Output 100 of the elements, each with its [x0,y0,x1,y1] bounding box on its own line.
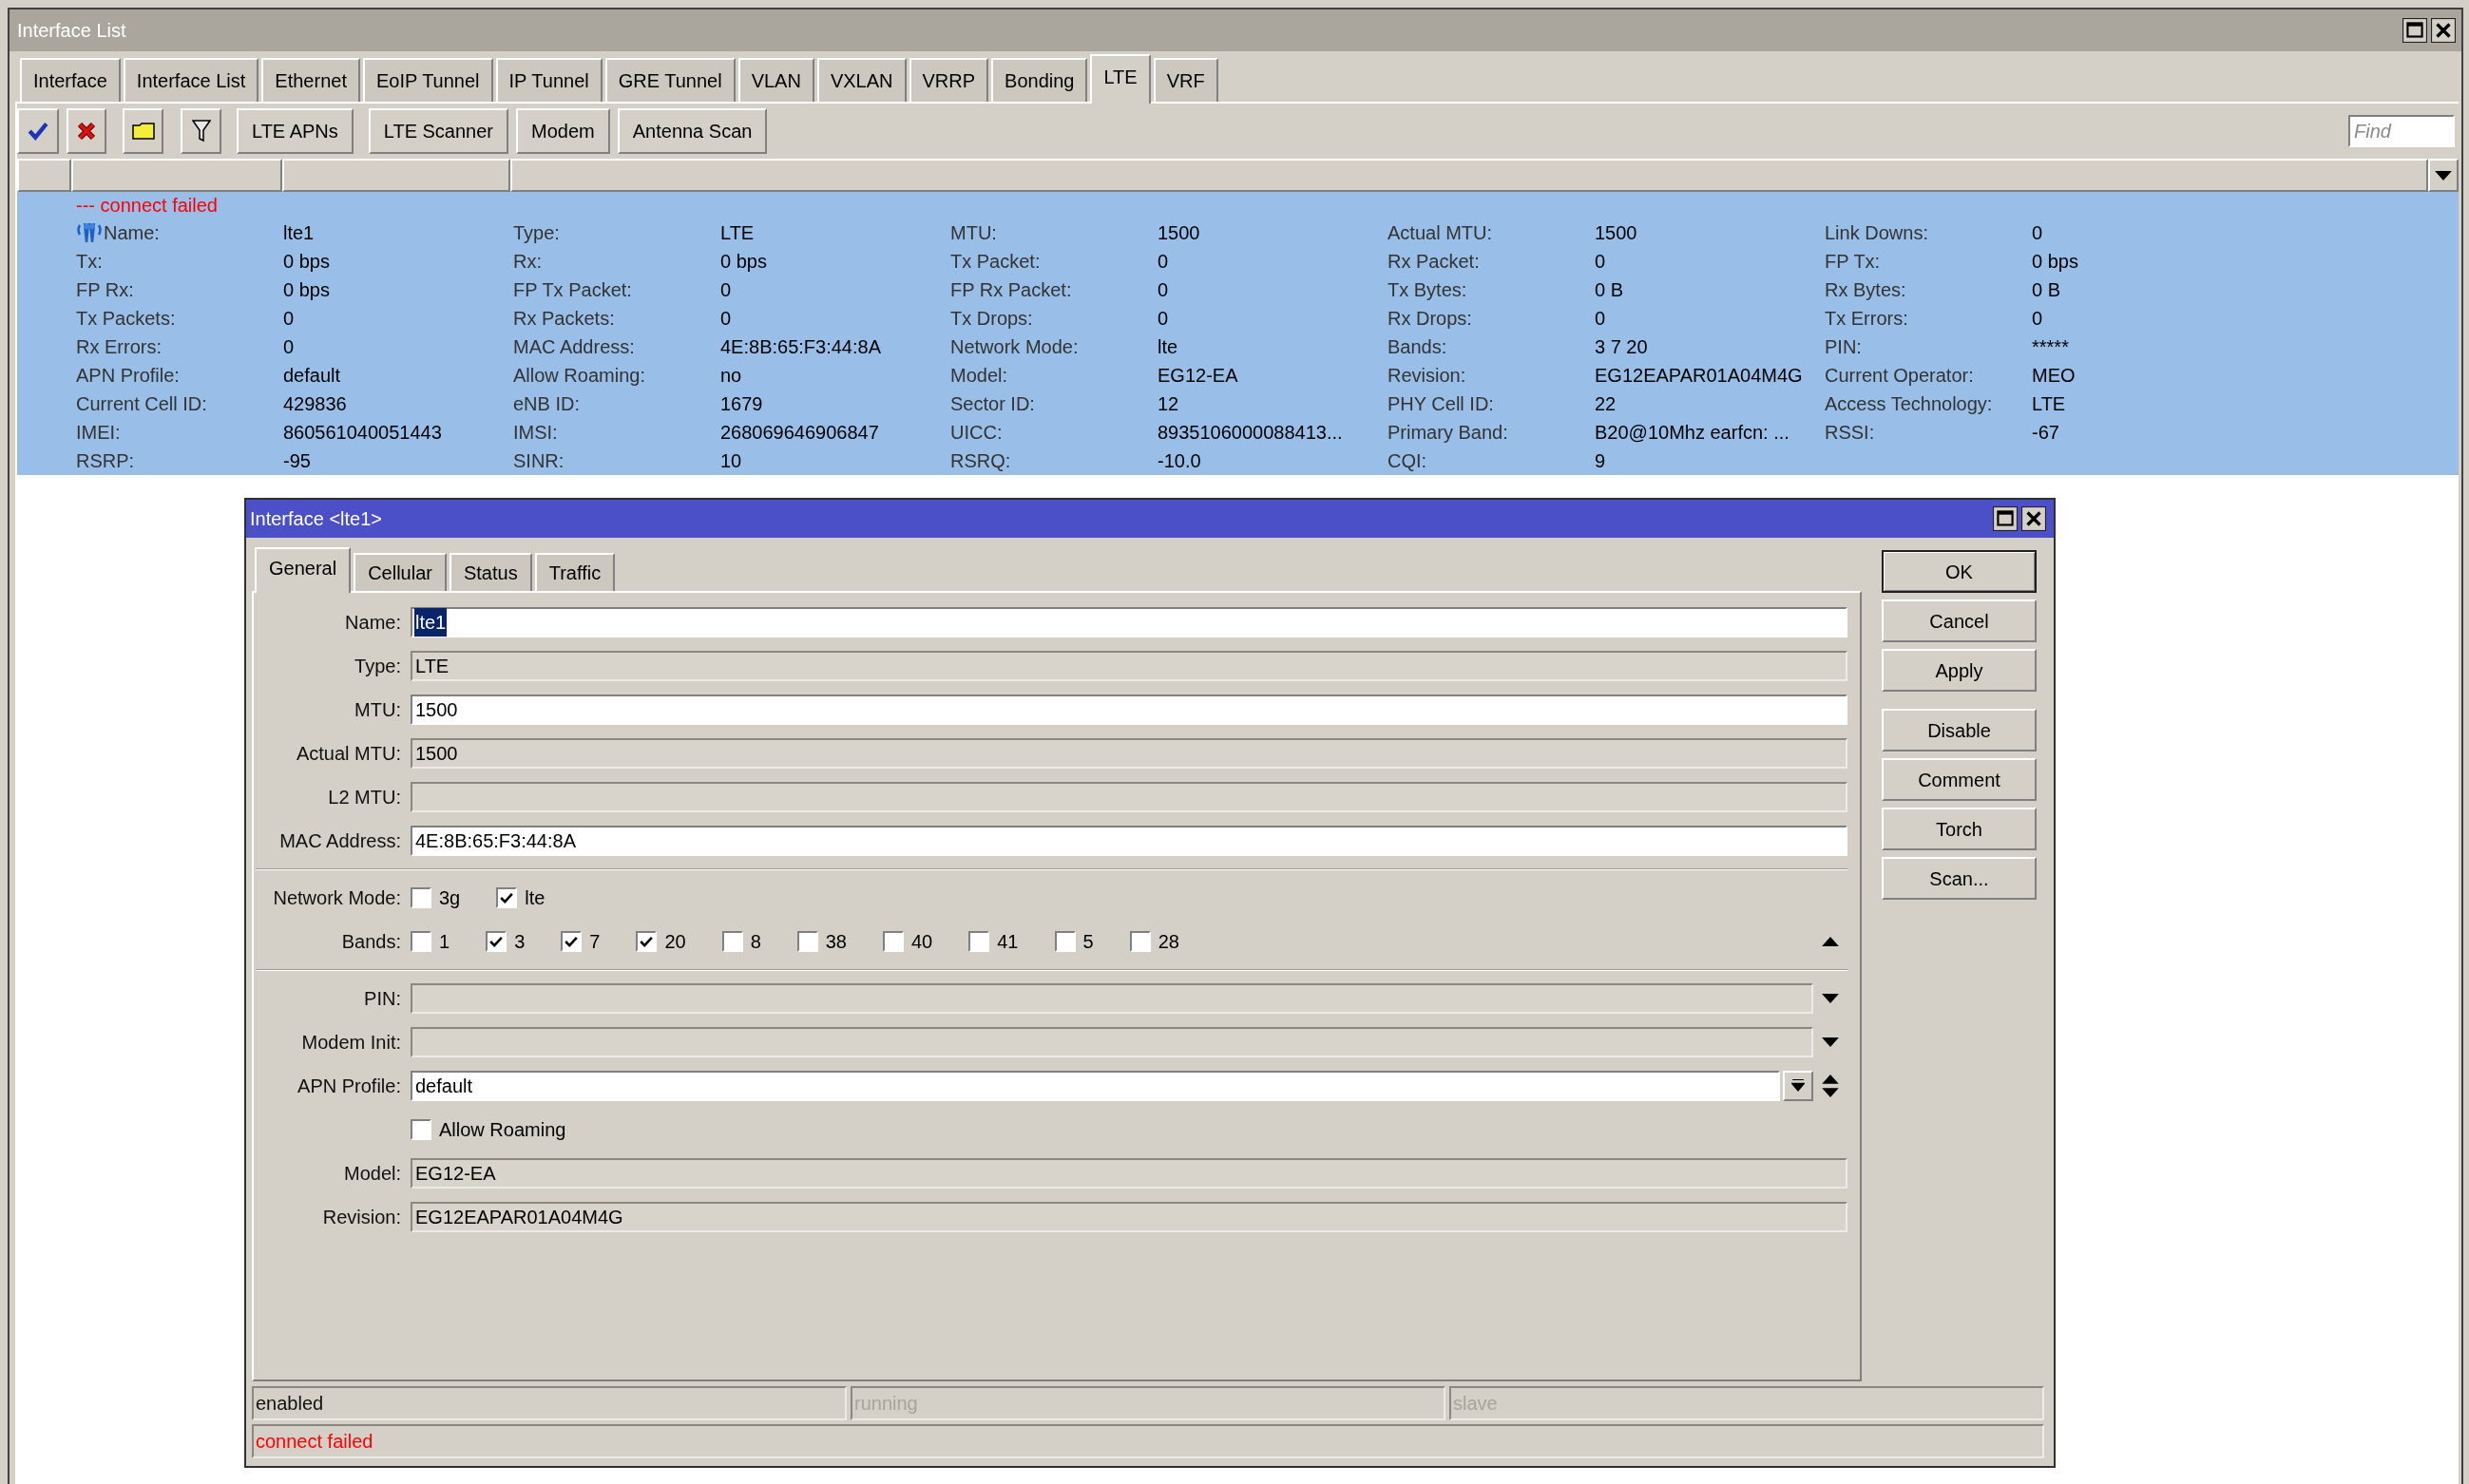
up-down-caret-icon[interactable] [1822,1075,1839,1097]
tab[interactable]: EoIP Tunnel [362,58,493,102]
property-label: Current Operator: [1825,364,1974,388]
dialog-button[interactable]: OK [1882,550,2037,593]
option-label: 41 [997,930,1019,954]
column-header[interactable] [71,159,282,192]
property-label: Rx Packets: [513,307,615,331]
tab[interactable]: IP Tunnel [495,58,603,102]
property-value: 0 [720,307,733,331]
filter-button[interactable] [181,108,221,154]
checkbox[interactable] [1054,931,1076,952]
tab[interactable]: VLAN [737,58,814,102]
column-menu-button[interactable] [2428,159,2459,192]
tab[interactable]: LTE [1090,54,1151,104]
combo-field[interactable]: default [411,1071,1780,1101]
text-field[interactable]: lte1 [411,607,1847,637]
column-header[interactable] [17,159,71,192]
option-label: 28 [1158,930,1179,954]
window-title: Interface List [17,19,126,43]
checkbox[interactable] [411,931,431,952]
checkbox[interactable] [486,931,507,952]
text-field[interactable] [411,983,1813,1014]
tab[interactable]: Interface [20,58,121,102]
property-label: PIN: [1825,335,1862,359]
dialog-button[interactable]: Comment [1882,758,2037,801]
property-value: 0 [283,307,296,331]
text-field[interactable] [411,1027,1813,1057]
checkbox[interactable] [561,931,583,952]
field-label: Network Mode: [273,886,401,910]
tab[interactable]: Ethernet [261,58,360,102]
checkbox[interactable] [411,887,431,908]
option-label: 40 [911,930,933,954]
dialog-button[interactable]: Torch [1882,808,2037,850]
property-label: PHY Cell ID: [1388,392,1494,416]
folder-icon [131,123,155,140]
column-header[interactable] [282,159,510,192]
property-label: IMSI: [513,421,558,445]
dialog-tab[interactable]: Status [449,553,532,591]
row-comment: --- connect failed [76,194,218,218]
property-value: 0 [720,278,733,302]
text-field[interactable]: 4E:8B:65:F3:44:8A [411,826,1847,856]
maximize-icon[interactable] [1993,506,2018,531]
toolbar-button[interactable]: Antenna Scan [617,108,768,154]
text-field[interactable]: 1500 [411,694,1847,725]
close-icon[interactable] [2021,506,2046,531]
checkbox[interactable] [411,1119,431,1140]
enable-button[interactable] [17,108,59,154]
toolbar-button[interactable]: LTE Scanner [368,108,509,154]
property-value: 1679 [720,392,764,416]
tab[interactable]: VRRP [909,58,989,102]
property-value: 429836 [283,392,348,416]
comment-button[interactable] [123,108,163,154]
table-row[interactable] [17,192,2459,475]
checkbox[interactable] [796,931,818,952]
tab[interactable]: VXLAN [816,58,907,102]
property-value: EG12EAPAR01A04M4G [1595,364,1804,388]
x-icon [77,122,96,141]
dialog-button[interactable]: Disable [1882,709,2037,752]
property-value: 0 [1595,307,1607,331]
property-value: 9 [1595,449,1607,473]
dialog-tab[interactable]: General [255,547,352,593]
antenna-icon [76,221,103,244]
checkbox[interactable] [1129,931,1151,952]
dialog-tab[interactable]: Traffic [534,553,616,591]
property-label: MTU: [950,221,997,245]
property-value: 0 [1158,307,1170,331]
tab[interactable]: GRE Tunnel [604,58,736,102]
property-value: 0 [1158,278,1170,302]
dropdown-button[interactable] [1783,1071,1813,1101]
tab[interactable]: Bonding [991,58,1088,102]
property-label: Model: [950,364,1008,388]
property-label: Tx Packets: [76,307,176,331]
close-icon[interactable] [2431,18,2456,43]
checkmark-icon [500,892,514,904]
caret-down-icon[interactable] [1822,994,1839,1003]
checkbox[interactable] [636,931,658,952]
field-label: Revision: [322,1206,401,1229]
column-header[interactable] [510,159,2428,192]
toolbar-button[interactable]: LTE APNs [237,108,354,154]
checkbox[interactable] [496,887,518,908]
checkbox[interactable] [883,931,904,952]
field-label: Bands: [341,930,401,954]
maximize-icon[interactable] [2402,18,2427,43]
caret-up-icon[interactable] [1822,937,1839,946]
caret-down-icon[interactable] [2435,170,2452,181]
dialog-button[interactable]: Cancel [1882,599,2037,642]
dialog-button[interactable]: Scan... [1882,857,2037,900]
checkmark-icon [28,122,48,141]
dialog-button[interactable]: Apply [1882,649,2037,692]
caret-down-icon[interactable] [1822,1037,1839,1047]
disable-button[interactable] [67,108,106,154]
tab[interactable]: VRF [1153,58,1218,102]
toolbar-button[interactable]: Modem [516,108,610,154]
dialog-tab[interactable]: Cellular [354,553,447,591]
property-label: FP Rx: [76,278,134,302]
tab[interactable]: Interface List [123,58,259,102]
property-value: -95 [283,449,312,473]
checkbox[interactable] [968,931,990,952]
checkbox[interactable] [721,931,743,952]
property-label: Primary Band: [1388,421,1508,445]
